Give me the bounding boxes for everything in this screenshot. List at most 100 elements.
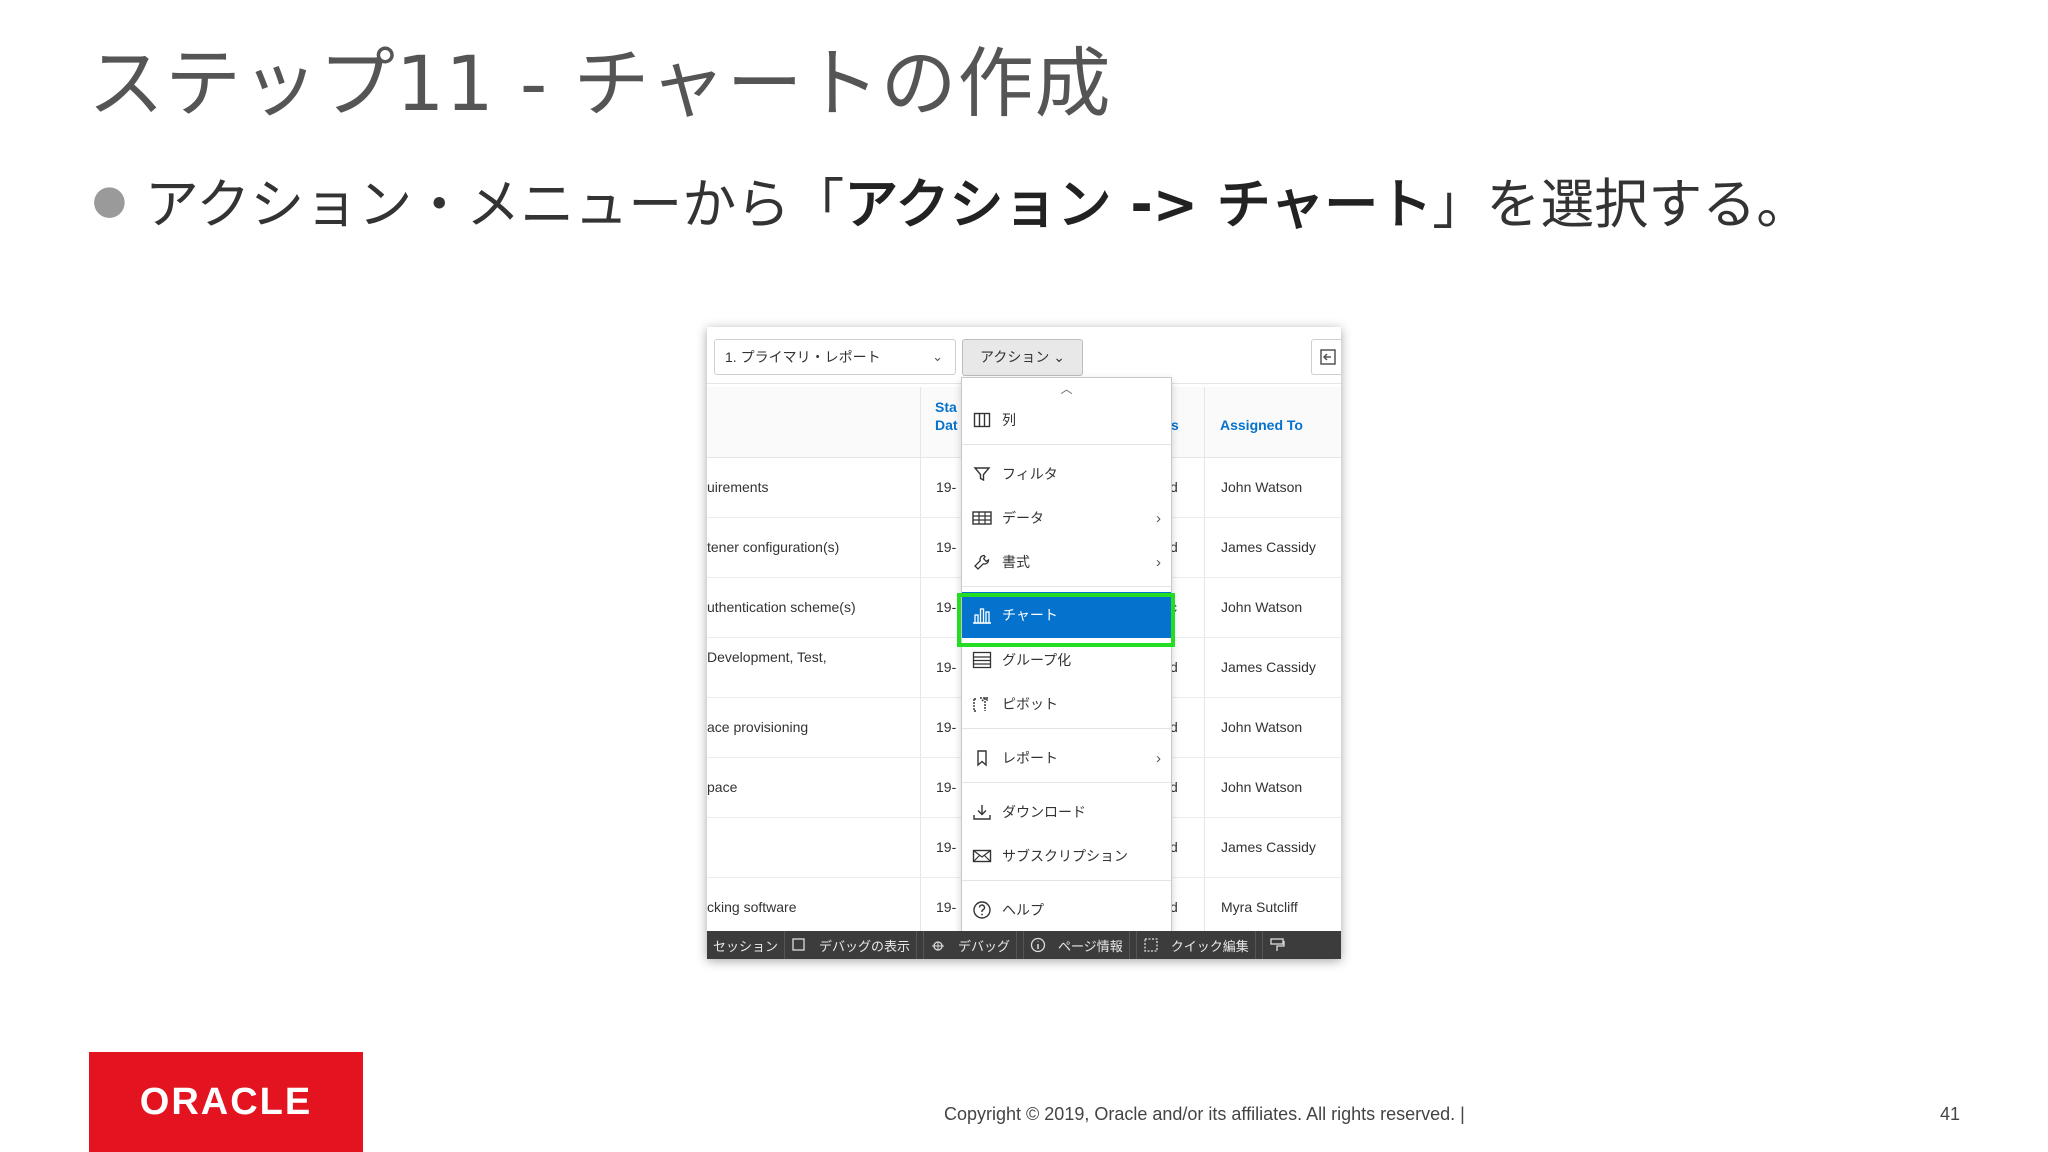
header-start-date-2[interactable]: Dat	[935, 417, 958, 433]
assigned-cell: Myra Sutcliff	[1221, 898, 1298, 915]
devbar-view-debug[interactable]: デバッグの表示	[785, 931, 925, 959]
info-icon	[1030, 937, 1046, 953]
header-start-date-1[interactable]: Sta	[935, 399, 957, 415]
header-status[interactable]: s	[1171, 417, 1179, 433]
task-cell: ace provisioning	[707, 719, 809, 735]
menu-item-report[interactable]: レポート ›	[962, 738, 1171, 778]
task-cell: uirements	[707, 479, 769, 495]
menu-item-format[interactable]: 書式 ›	[962, 542, 1171, 582]
report-toolbar: 1. プライマリ・レポート ⌄ アクション ⌄	[707, 327, 1341, 384]
wrench-icon	[971, 553, 993, 571]
task-cell: uthentication scheme(s)	[707, 599, 856, 615]
menu-separator	[962, 728, 1171, 729]
developer-toolbar: セッション デバッグの表示 デバッグ ページ情報 クイック編集	[707, 931, 1341, 959]
assigned-cell: James Cassidy	[1221, 658, 1316, 675]
date-cell: 19-	[936, 839, 957, 855]
bullet-bold: アクション -> チャート	[844, 173, 1433, 236]
date-cell: 19-	[936, 539, 957, 555]
assigned-cell: John Watson	[1221, 598, 1303, 615]
devbar-debug[interactable]: デバッグ	[924, 931, 1025, 959]
devbar-page-info-label: ページ情報	[1052, 931, 1130, 959]
devbar-debug-label: デバッグ	[952, 931, 1018, 959]
quick-edit-icon	[1144, 938, 1158, 952]
menu-item-help[interactable]: ヘルプ	[962, 890, 1171, 930]
devbar-session[interactable]: セッション	[707, 931, 786, 959]
menu-item-filter[interactable]: フィルタ	[962, 454, 1171, 494]
page-number: 41	[1940, 1104, 1961, 1124]
assigned-cell: John Watson	[1221, 718, 1303, 735]
menu-separator	[962, 782, 1171, 783]
task-cell	[707, 817, 920, 877]
paint-roller-icon	[1270, 938, 1285, 951]
task-cell: Development, Test,	[707, 649, 827, 665]
report-select-value: 1. プライマリ・レポート	[725, 349, 881, 365]
chevron-down-icon: ⌄	[1053, 349, 1065, 365]
pivot-icon	[971, 695, 993, 713]
date-cell: 19-	[936, 479, 957, 495]
actions-label: アクション	[980, 349, 1050, 365]
scroll-up-icon[interactable]: ︿	[962, 380, 1171, 397]
columns-icon	[971, 411, 993, 429]
actions-menu: ︿ 列 フィルタ データ › 書式 › チャート グループ化 ピボット レポート…	[961, 377, 1172, 945]
help-icon	[971, 900, 993, 920]
bullet-post: 」を選択する。	[1432, 173, 1811, 236]
menu-item-subscription[interactable]: サブスクリプション	[962, 836, 1171, 876]
task-cell: cking software	[707, 899, 797, 915]
highlight-box	[957, 593, 1175, 647]
date-cell: 19-	[936, 719, 957, 735]
debug-view-icon	[792, 938, 805, 951]
menu-item-label: グループ化	[1002, 652, 1072, 668]
menu-item-label: ヘルプ	[1002, 902, 1044, 918]
menu-item-label: フィルタ	[1002, 466, 1058, 482]
menu-item-data[interactable]: データ ›	[962, 498, 1171, 538]
menu-item-columns[interactable]: 列	[962, 400, 1171, 440]
menu-item-label: データ	[1002, 510, 1044, 526]
reset-icon	[1320, 349, 1336, 365]
devbar-page-info[interactable]: ページ情報	[1024, 931, 1137, 959]
download-icon	[971, 803, 993, 821]
devbar-view-debug-label: デバッグの表示	[813, 931, 918, 959]
header-assigned-to[interactable]: Assigned To	[1220, 417, 1303, 433]
group-icon	[971, 651, 993, 669]
report-select[interactable]: 1. プライマリ・レポート ⌄	[714, 339, 956, 375]
menu-separator	[962, 880, 1171, 881]
date-cell: 19-	[936, 899, 957, 915]
task-cell: tener configuration(s)	[707, 539, 840, 555]
task-cell: pace	[707, 779, 738, 795]
chevron-right-icon: ›	[1156, 553, 1161, 571]
menu-item-label: レポート	[1002, 750, 1058, 766]
assigned-cell: John Watson	[1221, 478, 1303, 495]
devbar-quick-edit-label: クイック編集	[1165, 931, 1256, 959]
menu-item-label: サブスクリプション	[1002, 848, 1128, 864]
slide-title: ステップ11 - チャートの作成	[88, 39, 1112, 128]
copyright-text: Copyright © 2019, Oracle and/or its affi…	[944, 1104, 1465, 1124]
assigned-cell: John Watson	[1221, 778, 1303, 795]
bullet-text: ● アクション・メニューから「アクション -> チャート」を選択する。	[92, 160, 1810, 239]
chevron-right-icon: ›	[1156, 509, 1161, 527]
table-icon	[971, 510, 993, 526]
app-screenshot: 1. プライマリ・レポート ⌄ アクション ⌄ Sta Dat s Assign…	[707, 327, 1341, 959]
bullet-dot: ●	[92, 177, 127, 223]
menu-item-pivot[interactable]: ピボット	[962, 684, 1171, 724]
actions-menu-button[interactable]: アクション ⌄	[962, 339, 1083, 376]
assigned-cell: James Cassidy	[1221, 838, 1316, 855]
reset-button[interactable]	[1311, 339, 1341, 375]
menu-separator	[962, 586, 1171, 587]
assigned-cell: James Cassidy	[1221, 538, 1316, 555]
chevron-right-icon: ›	[1156, 749, 1161, 767]
bullet-pre: アクション・メニューから「	[144, 173, 845, 236]
bookmark-icon	[971, 749, 993, 767]
date-cell: 19-	[936, 779, 957, 795]
menu-separator	[962, 444, 1171, 445]
devbar-quick-edit[interactable]: クイック編集	[1137, 931, 1263, 959]
devbar-theme-roller[interactable]	[1263, 931, 1291, 959]
mail-icon	[971, 848, 993, 864]
filter-icon	[971, 465, 993, 483]
menu-item-download[interactable]: ダウンロード	[962, 792, 1171, 832]
chevron-down-icon: ⌄	[932, 349, 943, 364]
menu-item-label: ピボット	[1002, 696, 1058, 712]
bug-icon	[932, 941, 945, 951]
menu-item-label: 列	[1002, 412, 1016, 428]
oracle-logo: ORACLE	[89, 1052, 363, 1152]
menu-item-label: ダウンロード	[1002, 804, 1086, 820]
